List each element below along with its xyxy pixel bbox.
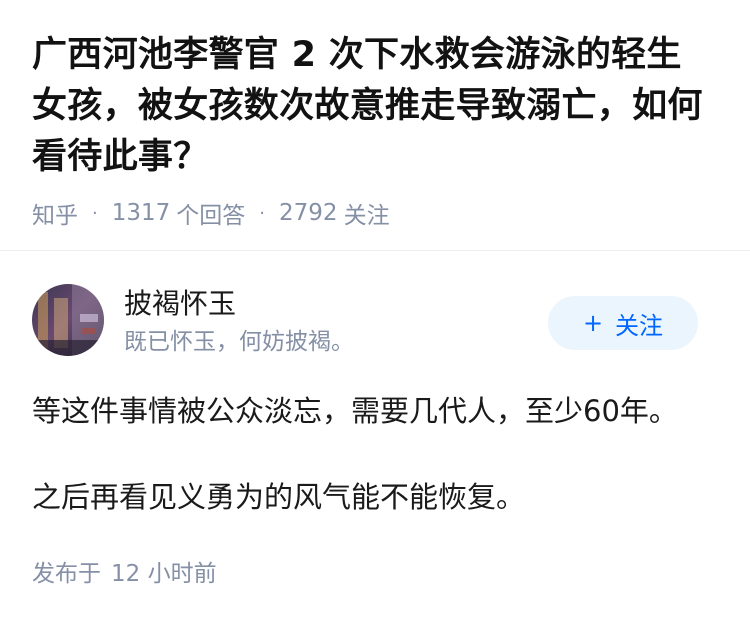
publish-label: 发布于 [32, 561, 101, 587]
author-name[interactable]: 披褐怀玉 [124, 286, 354, 322]
answer-card: 披褐怀玉 既已怀玉，何妨披褐。 + 关注 等这件事情被公众淡忘，需要几代人，至少… [32, 284, 718, 514]
question-header: 广西河池李警官 2 次下水救会游泳的轻生女孩，被女孩数次故意推走导致溺亡，如何看… [0, 0, 750, 229]
answer-paragraph: 等这件事情被公众淡忘，需要几代人，至少60年。 [32, 394, 678, 428]
publish-time: 12 小时前 [111, 561, 217, 587]
follow-count-label: 关注 [343, 203, 390, 229]
answers-label: 个回答 [176, 203, 246, 229]
plus-icon: + [582, 309, 604, 337]
author-info: 披褐怀玉 既已怀玉，何妨披褐。 [124, 284, 354, 358]
avatar-image [32, 284, 104, 356]
section-divider [0, 250, 750, 251]
avatar[interactable] [32, 284, 104, 356]
answer-paragraph: 之后再看见义勇为的风气能不能恢复。 [32, 480, 526, 514]
separator-dot: · [259, 202, 266, 224]
author-row: 披褐怀玉 既已怀玉，何妨披褐。 + 关注 [32, 284, 718, 360]
source-label[interactable]: 知乎 [32, 196, 78, 230]
separator-dot: · [92, 202, 98, 224]
question-title[interactable]: 广西河池李警官 2 次下水救会游泳的轻生女孩，被女孩数次故意推走导致溺亡，如何看… [32, 30, 716, 183]
follow-button[interactable]: + 关注 [548, 296, 698, 350]
author-bio: 既已怀玉，何妨披褐。 [124, 329, 354, 355]
answers-count: 1317 [111, 200, 171, 226]
follow-button-label: 关注 [615, 311, 664, 340]
question-meta: 知乎 · 1317 个回答 · 2792 关注 [32, 197, 716, 229]
follow-count: 2792 [279, 200, 338, 226]
publish-info: 发布于 12 小时前 [32, 558, 217, 590]
